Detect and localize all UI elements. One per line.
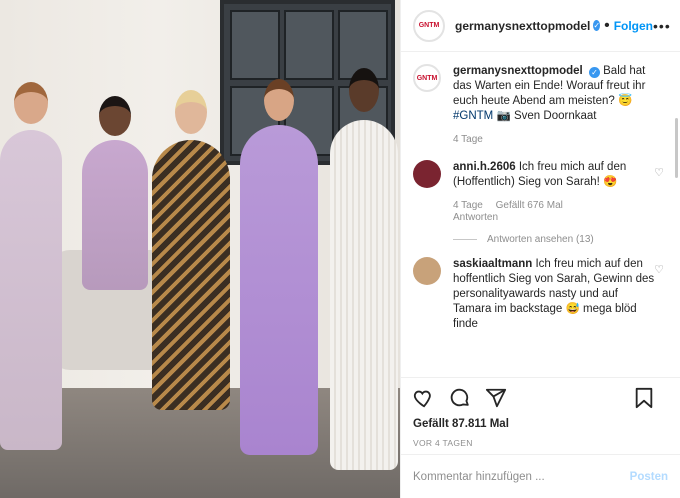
comment-likes[interactable]: Gefällt 676 Mal xyxy=(496,200,563,211)
post-photo[interactable] xyxy=(0,0,400,498)
reply-button[interactable]: Antworten xyxy=(453,212,498,223)
caption-avatar[interactable]: GNTM xyxy=(413,64,441,92)
more-icon[interactable]: ••• xyxy=(653,18,671,34)
view-replies-label: Antworten ansehen (13) xyxy=(487,234,594,245)
model-figure xyxy=(82,96,148,290)
commenter-avatar[interactable] xyxy=(413,160,441,188)
follow-button[interactable]: Folgen xyxy=(614,19,653,33)
comment-username[interactable]: saskiaaltmann xyxy=(453,258,532,270)
avatar-text: GNTM xyxy=(418,22,440,29)
caption-hashtag[interactable]: #GNTM xyxy=(453,110,493,122)
share-icon[interactable] xyxy=(485,387,507,414)
heart-icon[interactable]: ♡ xyxy=(654,166,664,179)
like-icon[interactable] xyxy=(413,387,435,414)
comment-username[interactable]: anni.h.2606 xyxy=(453,161,516,173)
comment-input[interactable]: Kommentar hinzufügen ... xyxy=(413,471,545,483)
action-icons xyxy=(413,387,668,414)
comment-item: saskiaaltmann Ich freu mich auf den hoff… xyxy=(413,257,668,332)
verified-icon: ✓ xyxy=(593,20,601,31)
post-header: GNTM germanysnexttopmodel ✓ • Folgen ••• xyxy=(401,0,680,52)
camera-icon: 📷 xyxy=(496,110,511,122)
instagram-post: GNTM germanysnexttopmodel ✓ • Folgen •••… xyxy=(0,0,680,498)
caption-time: 4 Tage xyxy=(453,134,483,145)
comment-icon[interactable] xyxy=(449,387,471,414)
caption-credit: Sven Doornkaat xyxy=(513,110,597,122)
model-figure xyxy=(152,90,230,410)
caption-username[interactable]: germanysnexttopmodel xyxy=(453,65,583,77)
comments-section[interactable]: GNTM germanysnexttopmodel ✓ Bald hat das… xyxy=(401,52,680,377)
model-figure xyxy=(330,68,398,470)
heart-icon[interactable]: ♡ xyxy=(654,263,664,276)
comment-item: anni.h.2606 Ich freu mich auf den (Hoffe… xyxy=(413,160,668,224)
post-side-panel: GNTM germanysnexttopmodel ✓ • Folgen •••… xyxy=(400,0,680,498)
caption-meta: 4 Tage xyxy=(453,134,659,146)
view-replies-button[interactable]: Antworten ansehen (13) xyxy=(453,234,668,245)
account-username[interactable]: germanysnexttopmodel xyxy=(455,19,590,33)
comments-scrollbar[interactable] xyxy=(675,118,678,178)
verified-icon: ✓ xyxy=(588,67,600,78)
comment-body: anni.h.2606 Ich freu mich auf den (Hoffe… xyxy=(453,160,659,224)
account-avatar[interactable]: GNTM xyxy=(413,9,445,42)
comment-time: 4 Tage xyxy=(453,200,483,211)
comment-body: saskiaaltmann Ich freu mich auf den hoff… xyxy=(453,257,659,332)
caption: GNTM germanysnexttopmodel ✓ Bald hat das… xyxy=(413,64,668,146)
bookmark-icon[interactable] xyxy=(634,387,654,414)
caption-body: germanysnexttopmodel ✓ Bald hat das Wart… xyxy=(453,64,659,146)
replies-line xyxy=(453,239,477,240)
add-comment-bar: Kommentar hinzufügen ... Posten xyxy=(401,454,680,498)
model-figure xyxy=(0,82,62,450)
post-actions: Gefällt 87.811 Mal VOR 4 TAGEN xyxy=(401,377,680,454)
likes-count[interactable]: Gefällt 87.811 Mal xyxy=(413,418,668,430)
model-figure xyxy=(240,79,318,455)
post-comment-button[interactable]: Posten xyxy=(630,471,668,483)
comment-meta: 4 Tage Gefällt 676 Mal Antworten xyxy=(453,200,659,224)
separator-dot: • xyxy=(604,16,610,34)
post-date: VOR 4 TAGEN xyxy=(413,438,473,448)
commenter-avatar[interactable] xyxy=(413,257,441,285)
